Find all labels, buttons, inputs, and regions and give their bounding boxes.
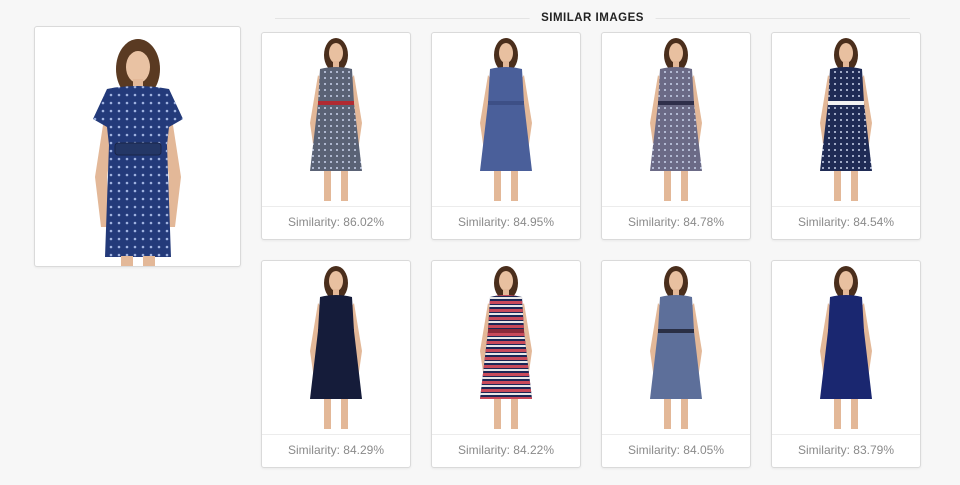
model-illustration [820, 38, 872, 201]
result-card-1[interactable]: Similarity: 86.02% [261, 32, 411, 240]
model-illustration [820, 266, 872, 429]
similarity-label: Similarity: 86.02% [262, 206, 410, 239]
similarity-label: Similarity: 84.54% [772, 206, 920, 239]
result-image [602, 33, 750, 207]
similarity-label: Similarity: 84.05% [602, 434, 750, 467]
model-illustration [480, 266, 532, 429]
similarity-label: Similarity: 84.22% [432, 434, 580, 467]
model-illustration [650, 38, 702, 201]
similarity-label: Similarity: 84.95% [432, 206, 580, 239]
result-card-8[interactable]: Similarity: 83.79% [771, 260, 921, 468]
result-image [432, 261, 580, 435]
model-illustration [310, 38, 362, 201]
result-card-3[interactable]: Similarity: 84.78% [601, 32, 751, 240]
section-header: SIMILAR IMAGES [275, 10, 910, 26]
result-card-4[interactable]: Similarity: 84.54% [771, 32, 921, 240]
similarity-label: Similarity: 83.79% [772, 434, 920, 467]
similarity-label: Similarity: 84.78% [602, 206, 750, 239]
result-card-5[interactable]: Similarity: 84.29% [261, 260, 411, 468]
result-image [432, 33, 580, 207]
result-card-6[interactable]: Similarity: 84.22% [431, 260, 581, 468]
result-card-7[interactable]: Similarity: 84.05% [601, 260, 751, 468]
result-image [772, 261, 920, 435]
result-image [602, 261, 750, 435]
query-image [93, 39, 183, 266]
model-illustration [480, 38, 532, 201]
section-title: SIMILAR IMAGES [529, 10, 656, 26]
query-image-card[interactable] [34, 26, 241, 267]
result-card-2[interactable]: Similarity: 84.95% [431, 32, 581, 240]
result-image [262, 261, 410, 435]
model-illustration [310, 266, 362, 429]
model-illustration [650, 266, 702, 429]
result-image [262, 33, 410, 207]
similarity-label: Similarity: 84.29% [262, 434, 410, 467]
result-image [772, 33, 920, 207]
